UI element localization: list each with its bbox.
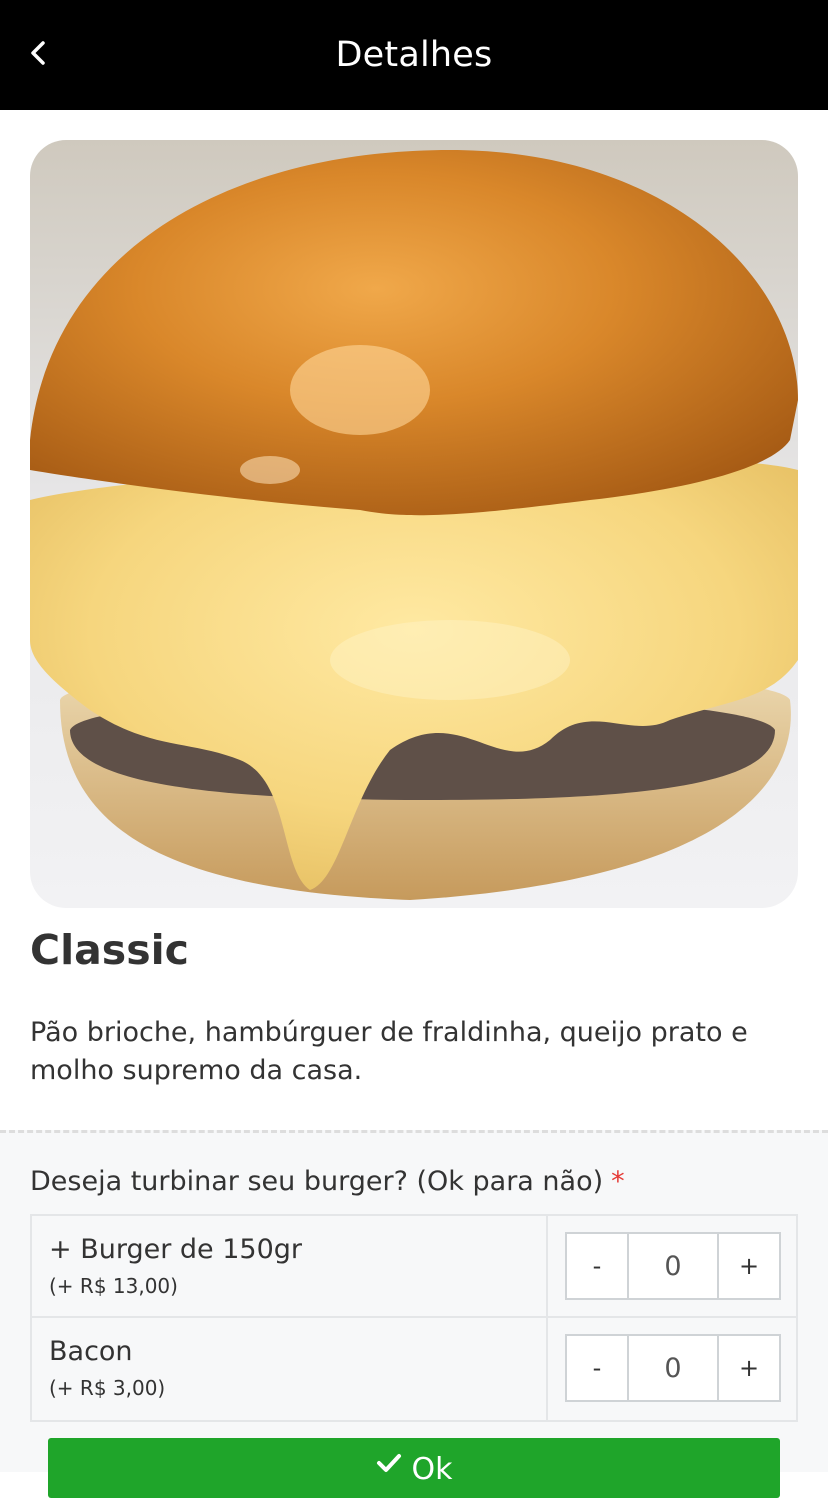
options-table: + Burger de 150gr (+ R$ 13,00) - 0 + Bac… (30, 1214, 798, 1422)
options-question: Deseja turbinar seu burger? (Ok para não… (30, 1166, 604, 1197)
product-image (30, 140, 798, 908)
ok-button-label: Ok (411, 1452, 453, 1487)
option-name: Bacon (49, 1336, 133, 1367)
option-label-cell: Bacon (+ R$ 3,00) (32, 1318, 548, 1420)
quantity-stepper: - 0 + (565, 1232, 781, 1300)
option-price: (+ R$ 3,00) (49, 1376, 166, 1400)
option-price: (+ R$ 13,00) (49, 1274, 178, 1298)
options-title: Deseja turbinar seu burger? (Ok para não… (30, 1166, 625, 1197)
page-title: Detalhes (335, 35, 493, 75)
increment-button[interactable]: + (719, 1234, 779, 1298)
required-mark: * (611, 1166, 625, 1197)
option-row: Bacon (+ R$ 3,00) - 0 + (32, 1318, 796, 1420)
check-icon (376, 1452, 402, 1474)
quantity-stepper: - 0 + (565, 1334, 781, 1402)
top-bar: Detalhes (0, 0, 828, 110)
option-name: + Burger de 150gr (49, 1234, 303, 1265)
option-label-cell: + Burger de 150gr (+ R$ 13,00) (32, 1216, 548, 1316)
product-description: Pão brioche, hambúrguer de fraldinha, qu… (30, 1017, 748, 1086)
decrement-button[interactable]: - (567, 1336, 627, 1400)
product-name: Classic (30, 926, 189, 974)
increment-button[interactable]: + (719, 1336, 779, 1400)
option-row: + Burger de 150gr (+ R$ 13,00) - 0 + (32, 1216, 796, 1318)
ok-button[interactable]: Ok (48, 1438, 780, 1498)
quantity-value[interactable]: 0 (627, 1234, 719, 1298)
decrement-button[interactable]: - (567, 1234, 627, 1298)
quantity-value[interactable]: 0 (627, 1336, 719, 1400)
